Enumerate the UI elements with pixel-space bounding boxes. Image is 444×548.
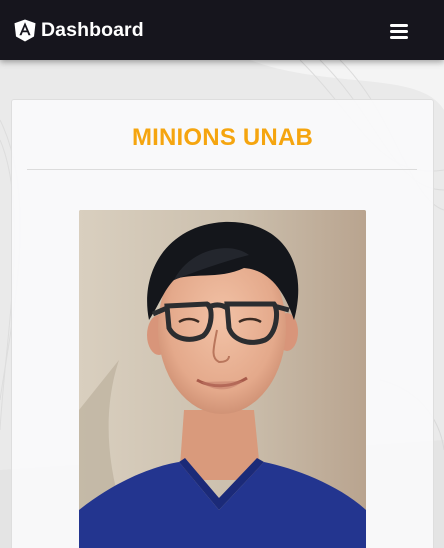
brand-label: Dashboard bbox=[41, 19, 144, 41]
brand-link[interactable]: Dashboard bbox=[14, 19, 144, 42]
page: Dashboard MINIONS UNAB bbox=[0, 0, 444, 548]
person-photo bbox=[79, 210, 366, 548]
member-photo bbox=[79, 210, 366, 548]
card-title: MINIONS UNAB bbox=[131, 124, 314, 151]
hamburger-menu-button[interactable] bbox=[387, 20, 411, 42]
team-card: MINIONS UNAB bbox=[11, 99, 434, 548]
angular-shield-icon bbox=[14, 19, 36, 42]
top-navbar: Dashboard bbox=[0, 0, 444, 60]
card-divider bbox=[27, 169, 417, 170]
